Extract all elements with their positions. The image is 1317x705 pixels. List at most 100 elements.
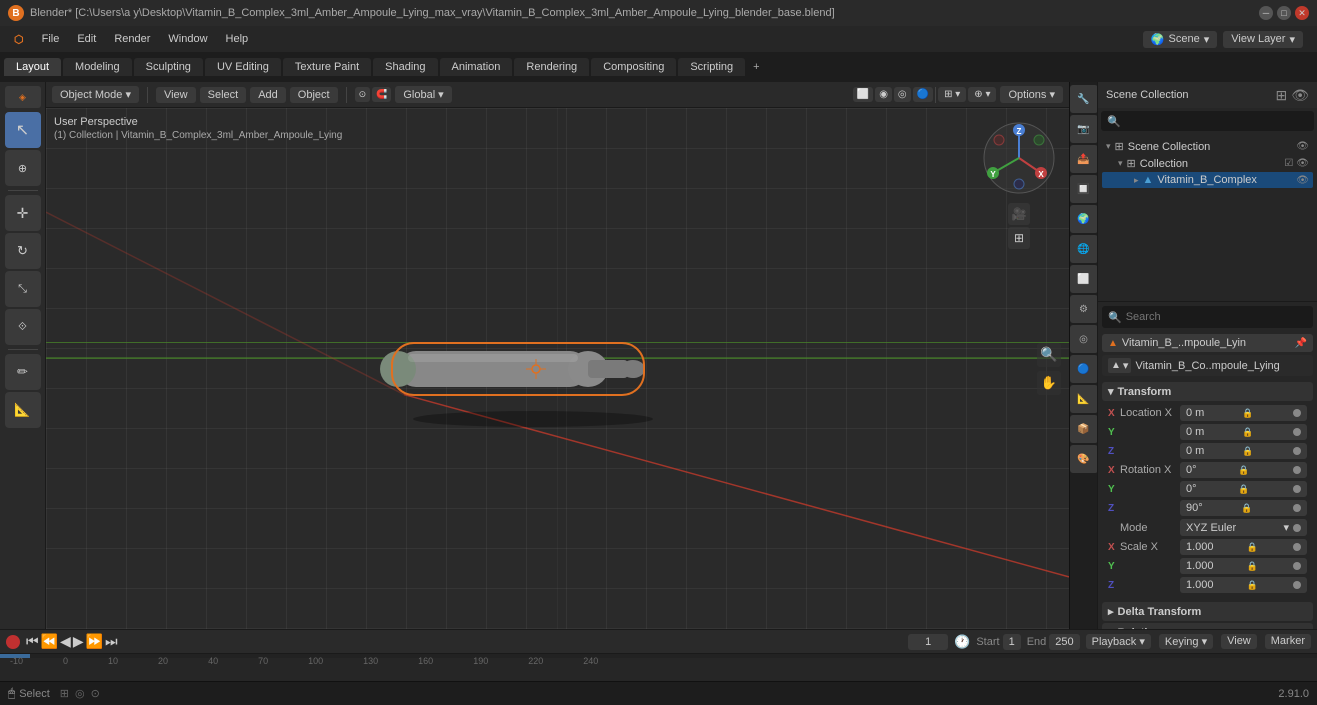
outliner-scene-collection[interactable]: ▾ ⊞ Scene Collection 👁 [1102, 138, 1313, 155]
add-workspace-button[interactable]: + [747, 59, 765, 75]
prop-tab-active-tool[interactable]: 🔧 [1070, 85, 1098, 113]
tab-texture-paint[interactable]: Texture Paint [283, 58, 371, 76]
viewport-shading-lookdev[interactable]: ◎ [894, 87, 911, 102]
marker-menu[interactable]: Marker [1265, 634, 1311, 649]
transform-section-header[interactable]: ▾ Transform [1102, 382, 1313, 401]
prop-tab-render[interactable]: 📷 [1070, 115, 1098, 143]
scale-z-value[interactable]: 1.000 🔒 [1180, 577, 1307, 593]
tab-scripting[interactable]: Scripting [678, 58, 745, 76]
outliner-search-bar[interactable]: 🔍 [1101, 111, 1314, 131]
object-mode-dropdown[interactable]: Object Mode ▾ [52, 86, 139, 103]
prop-tab-modifier[interactable]: ⚙ [1070, 295, 1098, 323]
select-tool[interactable]: ↖ [5, 112, 41, 148]
scale-x-value[interactable]: 1.000 🔒 [1180, 539, 1307, 555]
record-button[interactable] [6, 635, 20, 649]
outliner-vitamin-object[interactable]: ▸ ▲ Vitamin_B_Complex 👁 [1102, 172, 1313, 188]
object-menu[interactable]: Object [290, 87, 338, 103]
maximize-button[interactable]: □ [1277, 6, 1291, 20]
outliner-search-input[interactable] [1125, 115, 1308, 127]
tab-sculpting[interactable]: Sculpting [134, 58, 203, 76]
transform-tool[interactable]: ⟐ [5, 309, 41, 345]
prop-tab-material[interactable]: 🎨 [1070, 445, 1098, 473]
transform-mode-selector[interactable]: ◈ [5, 86, 41, 108]
rotation-mode-value[interactable]: XYZ Euler ▾ [1180, 519, 1307, 536]
end-frame-input[interactable]: 250 [1049, 634, 1079, 650]
prop-tab-output[interactable]: 📤 [1070, 145, 1098, 173]
navigation-gizmo[interactable]: Z X Y 🎥 ⊞ [979, 118, 1059, 198]
rotate-tool[interactable]: ↻ [5, 233, 41, 269]
view-layer-selector[interactable]: View Layer ▾ [1223, 31, 1303, 48]
step-back-btn[interactable]: ⏪ [41, 633, 58, 650]
tab-compositing[interactable]: Compositing [591, 58, 676, 76]
relations-header[interactable]: ▸ Relations [1102, 623, 1313, 629]
location-x-value[interactable]: 0 m 🔒 [1180, 405, 1307, 421]
proportional-edit-btn[interactable]: ⊙ [355, 87, 371, 102]
tab-shading[interactable]: Shading [373, 58, 437, 76]
prop-tab-object[interactable]: ⬜ [1070, 265, 1098, 293]
properties-search-input[interactable] [1126, 311, 1307, 323]
menu-render[interactable]: Render [106, 31, 158, 47]
menu-blender[interactable]: ⬡ [6, 31, 32, 48]
viewport[interactable]: Object Mode ▾ View Select Add Object ⊙ 🧲… [46, 82, 1069, 629]
rotation-z-value[interactable]: 90° 🔒 [1180, 500, 1307, 516]
collection-visibility[interactable]: ☑ 👁 [1284, 158, 1309, 169]
pan-btn[interactable]: ✋ [1037, 371, 1061, 395]
menu-file[interactable]: File [34, 31, 68, 47]
view-menu[interactable]: View [156, 87, 196, 103]
rotation-y-value[interactable]: 0° 🔒 [1180, 481, 1307, 497]
scale-tool[interactable]: ⤡ [5, 271, 41, 307]
global-selector[interactable]: Global ▾ [395, 86, 451, 103]
tab-layout[interactable]: Layout [4, 58, 61, 76]
grid-view-btn[interactable]: ⊞ [1008, 227, 1030, 249]
menu-window[interactable]: Window [160, 31, 215, 47]
step-forward-btn[interactable]: ⏩ [86, 633, 103, 650]
object-visibility[interactable]: 👁 [1296, 175, 1309, 186]
tab-modeling[interactable]: Modeling [63, 58, 132, 76]
properties-search[interactable]: 🔍 [1102, 306, 1313, 328]
tab-animation[interactable]: Animation [440, 58, 513, 76]
prop-tab-scene[interactable]: 🌍 [1070, 205, 1098, 233]
rotation-x-value[interactable]: 0° 🔒 [1180, 462, 1307, 478]
prop-tab-world[interactable]: 🌐 [1070, 235, 1098, 263]
skip-to-end-btn[interactable]: ⏭ [105, 633, 118, 650]
annotate-tool[interactable]: ✏ [5, 354, 41, 390]
measure-tool[interactable]: 📐 [5, 392, 41, 428]
play-btn[interactable]: ▶ [73, 633, 84, 650]
snap-btn[interactable]: 🧲 [372, 87, 391, 102]
tab-uv-editing[interactable]: UV Editing [205, 58, 281, 76]
location-y-value[interactable]: 0 m 🔒 [1180, 424, 1307, 440]
menu-edit[interactable]: Edit [69, 31, 104, 47]
start-frame-input[interactable]: 1 [1003, 634, 1021, 650]
keying-menu[interactable]: Keying ▾ [1159, 634, 1213, 649]
viewport-shading-solid[interactable]: ◉ [875, 87, 892, 102]
prop-tab-data[interactable]: 📦 [1070, 415, 1098, 443]
overlay-btn[interactable]: ⊞ ▾ [938, 87, 966, 102]
outliner-collection[interactable]: ▾ ⊞ Collection ☑ 👁 [1102, 155, 1313, 172]
viewport-canvas[interactable]: User Perspective (1) Collection | Vitami… [46, 108, 1069, 629]
gizmo-btn[interactable]: ⊕ ▾ [968, 87, 996, 102]
play-back-btn[interactable]: ◀ [60, 633, 71, 650]
viewport-shading-render[interactable]: 🔵 [913, 87, 933, 102]
skip-to-start-btn[interactable]: ⏮ [26, 633, 39, 650]
view-menu-tl[interactable]: View [1221, 634, 1257, 649]
sub-object-type[interactable]: ▲ ▾ [1108, 358, 1131, 373]
window-controls[interactable]: ─ □ ✕ [1259, 6, 1309, 20]
playback-menu[interactable]: Playback ▾ [1086, 634, 1151, 649]
add-menu[interactable]: Add [250, 87, 286, 103]
viewport-shading-wire[interactable]: ⬜ [853, 87, 873, 102]
close-button[interactable]: ✕ [1295, 6, 1309, 20]
outliner-eye-btn[interactable]: 👁 [1291, 87, 1309, 104]
prop-tab-particles[interactable]: ◎ [1070, 325, 1098, 353]
tab-rendering[interactable]: Rendering [514, 58, 589, 76]
scene-collection-visibility[interactable]: 👁 [1296, 141, 1309, 152]
location-z-value[interactable]: 0 m 🔒 [1180, 443, 1307, 459]
zoom-camera-btn[interactable]: 🎥 [1008, 203, 1030, 225]
minimize-button[interactable]: ─ [1259, 6, 1273, 20]
select-menu[interactable]: Select [200, 87, 247, 103]
timeline-content[interactable]: -10 0 10 20 40 70 100 130 160 190 220 24… [0, 654, 1317, 681]
outliner-filter-btn[interactable]: ⊞ [1275, 87, 1287, 104]
prop-tab-physics[interactable]: 🔵 [1070, 355, 1098, 383]
options-btn[interactable]: Options ▾ [1000, 86, 1063, 103]
move-tool[interactable]: ✛ [5, 195, 41, 231]
prop-tab-constraints[interactable]: 📐 [1070, 385, 1098, 413]
